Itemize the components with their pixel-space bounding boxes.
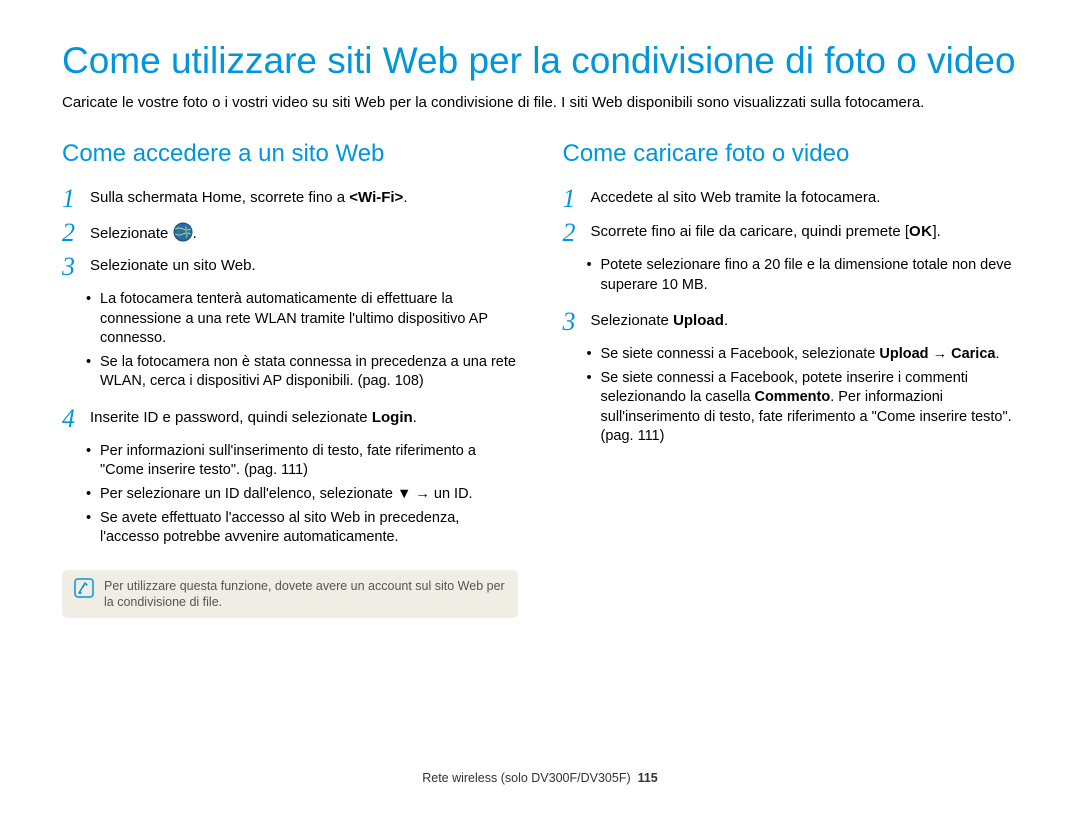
carica-label: Carica bbox=[951, 346, 995, 362]
step-text: Scorrete fino ai file da caricare, quind… bbox=[591, 220, 1019, 242]
page-title: Come utilizzare siti Web per la condivis… bbox=[62, 40, 1018, 83]
bullet-item: Per selezionare un ID dall'elenco, selez… bbox=[86, 485, 518, 505]
step-2-bullets: Potete selezionare fino a 20 file e la d… bbox=[563, 254, 1019, 303]
note-icon bbox=[74, 578, 94, 598]
step-2: 2 Selezionate . bbox=[62, 220, 518, 246]
step-3: 3 Selezionate Upload. bbox=[563, 309, 1019, 335]
step-number: 3 bbox=[62, 254, 90, 280]
step-number: 3 bbox=[563, 309, 591, 335]
bullet-item: Se la fotocamera non è stata connessa in… bbox=[86, 353, 518, 392]
commento-label: Commento bbox=[754, 389, 830, 405]
step-text: Accedete al sito Web tramite la fotocame… bbox=[591, 186, 1019, 208]
text: . bbox=[995, 346, 999, 362]
left-heading: Come accedere a un sito Web bbox=[62, 140, 518, 168]
bullet-item: Se siete connessi a Facebook, selezionat… bbox=[587, 345, 1019, 365]
step-number: 2 bbox=[563, 220, 591, 246]
upload-label: Upload bbox=[673, 312, 724, 329]
text: Inserite ID e password, quindi seleziona… bbox=[90, 409, 372, 426]
step-3: 3 Selezionate un sito Web. bbox=[62, 254, 518, 280]
text: Se siete connessi a Facebook, selezionat… bbox=[601, 346, 880, 362]
login-label: Login bbox=[372, 409, 413, 426]
right-column: Come caricare foto o video 1 Accedete al… bbox=[563, 140, 1019, 618]
bullet-item: Per informazioni sull'inserimento di tes… bbox=[86, 442, 518, 481]
bullet-item: Se avete effettuato l'accesso al sito We… bbox=[86, 509, 518, 548]
step-number: 4 bbox=[62, 406, 90, 432]
step-number: 1 bbox=[563, 186, 591, 212]
triangle-down-icon: ▼ bbox=[397, 485, 411, 505]
text: ]. bbox=[933, 223, 941, 240]
step-4: 4 Inserite ID e password, quindi selezio… bbox=[62, 406, 518, 432]
note-box: Per utilizzare questa funzione, dovete a… bbox=[62, 570, 518, 619]
step-text: Sulla schermata Home, scorrete fino a <W… bbox=[90, 186, 518, 208]
two-column-layout: Come accedere a un sito Web 1 Sulla sche… bbox=[62, 140, 1018, 618]
text: Selezionate bbox=[591, 312, 674, 329]
bullet-item: Se siete connessi a Facebook, potete ins… bbox=[587, 369, 1019, 447]
globe-icon bbox=[173, 222, 193, 242]
step-text: Inserite ID e password, quindi seleziona… bbox=[90, 406, 518, 428]
text: . bbox=[193, 225, 197, 242]
intro-text: Caricate le vostre foto o i vostri video… bbox=[62, 93, 1018, 113]
step-text: Selezionate Upload. bbox=[591, 309, 1019, 331]
step-text: Selezionate . bbox=[90, 220, 518, 244]
step-text: Selezionate un sito Web. bbox=[90, 254, 518, 276]
text: Sulla schermata Home, scorrete fino a bbox=[90, 189, 349, 206]
text: → un ID. bbox=[411, 486, 472, 502]
step-3-bullets: Se siete connessi a Facebook, selezionat… bbox=[563, 343, 1019, 455]
upload-label: Upload bbox=[879, 346, 928, 362]
manual-page: Come utilizzare siti Web per la condivis… bbox=[0, 0, 1080, 815]
left-column: Come accedere a un sito Web 1 Sulla sche… bbox=[62, 140, 518, 618]
step-number: 2 bbox=[62, 220, 90, 246]
page-footer: Rete wireless (solo DV300F/DV305F) 115 bbox=[0, 771, 1080, 785]
step-4-bullets: Per informazioni sull'inserimento di tes… bbox=[62, 440, 518, 556]
text: . bbox=[724, 312, 728, 329]
text: . bbox=[403, 189, 407, 206]
text: Per selezionare un ID dall'elenco, selez… bbox=[100, 486, 397, 502]
page-number: 115 bbox=[638, 771, 658, 785]
step-1: 1 Sulla schermata Home, scorrete fino a … bbox=[62, 186, 518, 212]
text: Selezionate bbox=[90, 225, 173, 242]
arrow: → bbox=[929, 346, 952, 362]
note-text: Per utilizzare questa funzione, dovete a… bbox=[104, 578, 506, 611]
bullet-item: Potete selezionare fino a 20 file e la d… bbox=[587, 256, 1019, 295]
right-heading: Come caricare foto o video bbox=[563, 140, 1019, 168]
step-2: 2 Scorrete fino ai file da caricare, qui… bbox=[563, 220, 1019, 246]
text: Scorrete fino ai file da caricare, quind… bbox=[591, 223, 910, 240]
step-number: 1 bbox=[62, 186, 90, 212]
text: . bbox=[413, 409, 417, 426]
step-1: 1 Accedete al sito Web tramite la fotoca… bbox=[563, 186, 1019, 212]
wifi-label: <Wi-Fi> bbox=[349, 189, 403, 206]
bullet-item: La fotocamera tenterà automaticamente di… bbox=[86, 290, 518, 349]
ok-icon: OK bbox=[909, 223, 933, 240]
footer-text: Rete wireless (solo DV300F/DV305F) bbox=[422, 771, 630, 785]
step-3-bullets: La fotocamera tenterà automaticamente di… bbox=[62, 288, 518, 400]
